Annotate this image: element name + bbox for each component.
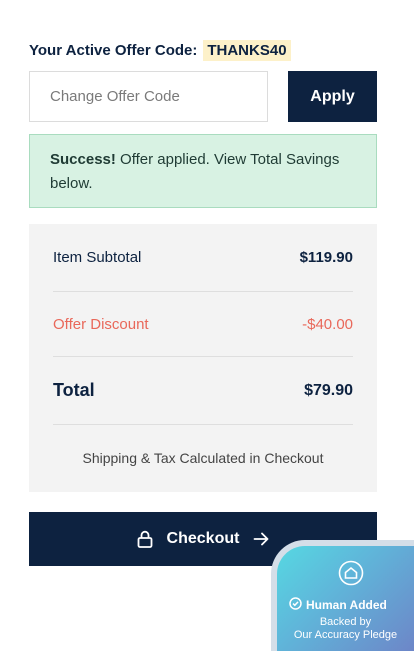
lock-icon	[137, 530, 153, 548]
discount-label: Offer Discount	[53, 315, 149, 333]
badge-line1: Backed by	[319, 616, 372, 628]
discount-row: Offer Discount -$40.00	[53, 292, 353, 357]
success-alert-strong: Success!	[50, 151, 116, 168]
subtotal-row: Item Subtotal $119.90	[53, 224, 353, 292]
badge-title-row: Human Added	[289, 597, 387, 613]
badge-title: Human Added	[306, 598, 387, 612]
discount-value: -$40.00	[302, 315, 353, 333]
check-circle-icon	[289, 597, 302, 613]
offer-code-heading: Your Active Offer Code: THANKS40	[29, 40, 291, 61]
checkout-label: Checkout	[166, 530, 240, 547]
house-icon	[338, 560, 364, 591]
subtotal-value: $119.90	[299, 249, 353, 266]
apply-button[interactable]: Apply	[288, 71, 377, 122]
total-label: Total	[53, 380, 95, 400]
success-alert: Success! Offer applied. View Total Savin…	[29, 134, 377, 208]
shipping-note: Shipping & Tax Calculated in Checkout	[82, 450, 324, 466]
subtotal-label: Item Subtotal	[53, 249, 142, 266]
order-summary: Item Subtotal $119.90 Offer Discount -$4…	[29, 224, 377, 492]
active-offer-code: THANKS40	[203, 40, 291, 61]
total-row: Total $79.90	[53, 357, 353, 425]
total-value: $79.90	[304, 381, 353, 399]
offer-code-input[interactable]	[29, 71, 268, 122]
badge-line2: Our Accuracy Pledge	[293, 629, 398, 641]
human-added-badge[interactable]: Human Added Backed by Our Accuracy Pledg…	[271, 540, 414, 651]
offer-code-label: Your Active Offer Code:	[29, 42, 198, 59]
arrow-right-icon	[253, 532, 269, 546]
